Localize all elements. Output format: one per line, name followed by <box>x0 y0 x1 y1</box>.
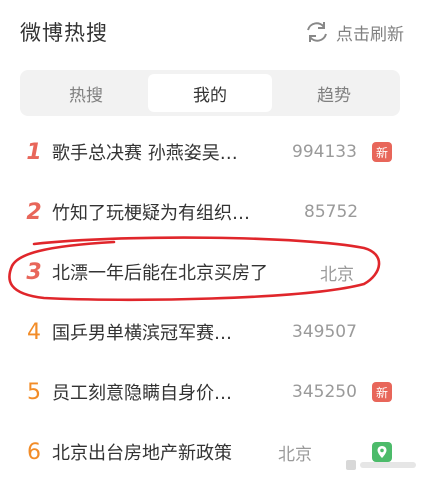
rank-number: 2 <box>26 199 42 225</box>
location-pin-icon <box>377 446 387 458</box>
location-tag: 北京 <box>278 444 312 465</box>
panel-header: 微博热搜 点击刷新 <box>20 14 404 50</box>
tab-mine[interactable]: 我的 <box>148 74 272 112</box>
refresh-icon <box>307 22 327 42</box>
list-item[interactable]: 6 北京出台房地产新政策 北京 <box>0 422 428 482</box>
hot-search-panel: 微博热搜 点击刷新 热搜 我的 趋势 1 歌手总决赛 孙燕姿吴… 994133 … <box>0 0 428 491</box>
list-item[interactable]: 2 竹知了玩梗疑为有组织… 85752 <box>0 182 428 242</box>
panel-title: 微博热搜 <box>20 21 108 45</box>
rank-number: 5 <box>27 379 41 405</box>
list-item[interactable]: 1 歌手总决赛 孙燕姿吴… 994133 新 <box>0 122 428 182</box>
topic-text: 歌手总决赛 孙燕姿吴… <box>52 143 238 164</box>
new-badge: 新 <box>372 382 392 402</box>
rank-number: 4 <box>27 319 41 345</box>
topic-text: 北漂一年后能在北京买房了 <box>52 263 268 284</box>
location-tag: 北京 <box>320 264 354 285</box>
topic-text: 北京出台房地产新政策 <box>52 443 232 464</box>
list-item[interactable]: 5 员工刻意隐瞒自身价… 345250 新 <box>0 362 428 422</box>
list-item[interactable]: 4 国乒男单横滨冠军赛… 349507 <box>0 302 428 362</box>
topic-text: 国乒男单横滨冠军赛… <box>52 323 232 344</box>
rank-number: 3 <box>26 259 42 285</box>
tab-hot[interactable]: 热搜 <box>24 74 148 112</box>
list-item[interactable]: 3 北漂一年后能在北京买房了 北京 <box>0 242 428 302</box>
heat-count: 349507 <box>292 322 357 342</box>
topic-text: 员工刻意隐瞒自身价… <box>52 383 232 404</box>
heat-count: 345250 <box>292 382 357 402</box>
refresh-button[interactable]: 点击刷新 <box>304 20 404 45</box>
refresh-label: 点击刷新 <box>336 24 404 45</box>
location-badge <box>372 442 392 462</box>
new-badge: 新 <box>372 142 392 162</box>
tab-trend[interactable]: 趋势 <box>272 74 396 112</box>
tab-bar: 热搜 我的 趋势 <box>20 70 400 116</box>
rank-number: 6 <box>27 439 41 465</box>
rank-number: 1 <box>26 139 42 165</box>
topic-text: 竹知了玩梗疑为有组织… <box>52 203 250 224</box>
heat-count: 994133 <box>292 142 357 162</box>
heat-count: 85752 <box>304 202 359 222</box>
